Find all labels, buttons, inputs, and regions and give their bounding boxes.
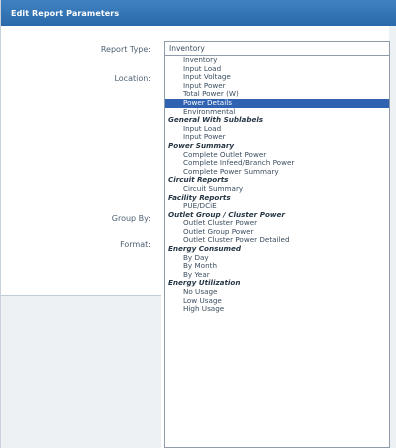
button-area bbox=[1, 296, 161, 448]
dialog-edge bbox=[389, 26, 396, 448]
report-type-select[interactable]: Inventory bbox=[164, 41, 390, 56]
location-label: Location: bbox=[114, 74, 151, 83]
dialog-title: Edit Report Parameters bbox=[1, 0, 396, 26]
dropdown-option[interactable]: High Usage bbox=[165, 305, 389, 314]
report-type-label: Report Type: bbox=[100, 45, 151, 54]
format-label: Format: bbox=[120, 240, 151, 249]
report-type-dropdown-list[interactable]: Inventory Input Load Input Voltage Input Po… bbox=[164, 56, 390, 448]
group-by-label: Group By: bbox=[111, 214, 151, 223]
edit-report-dialog: Edit Report Parameters Report Type: Loca… bbox=[0, 0, 396, 448]
